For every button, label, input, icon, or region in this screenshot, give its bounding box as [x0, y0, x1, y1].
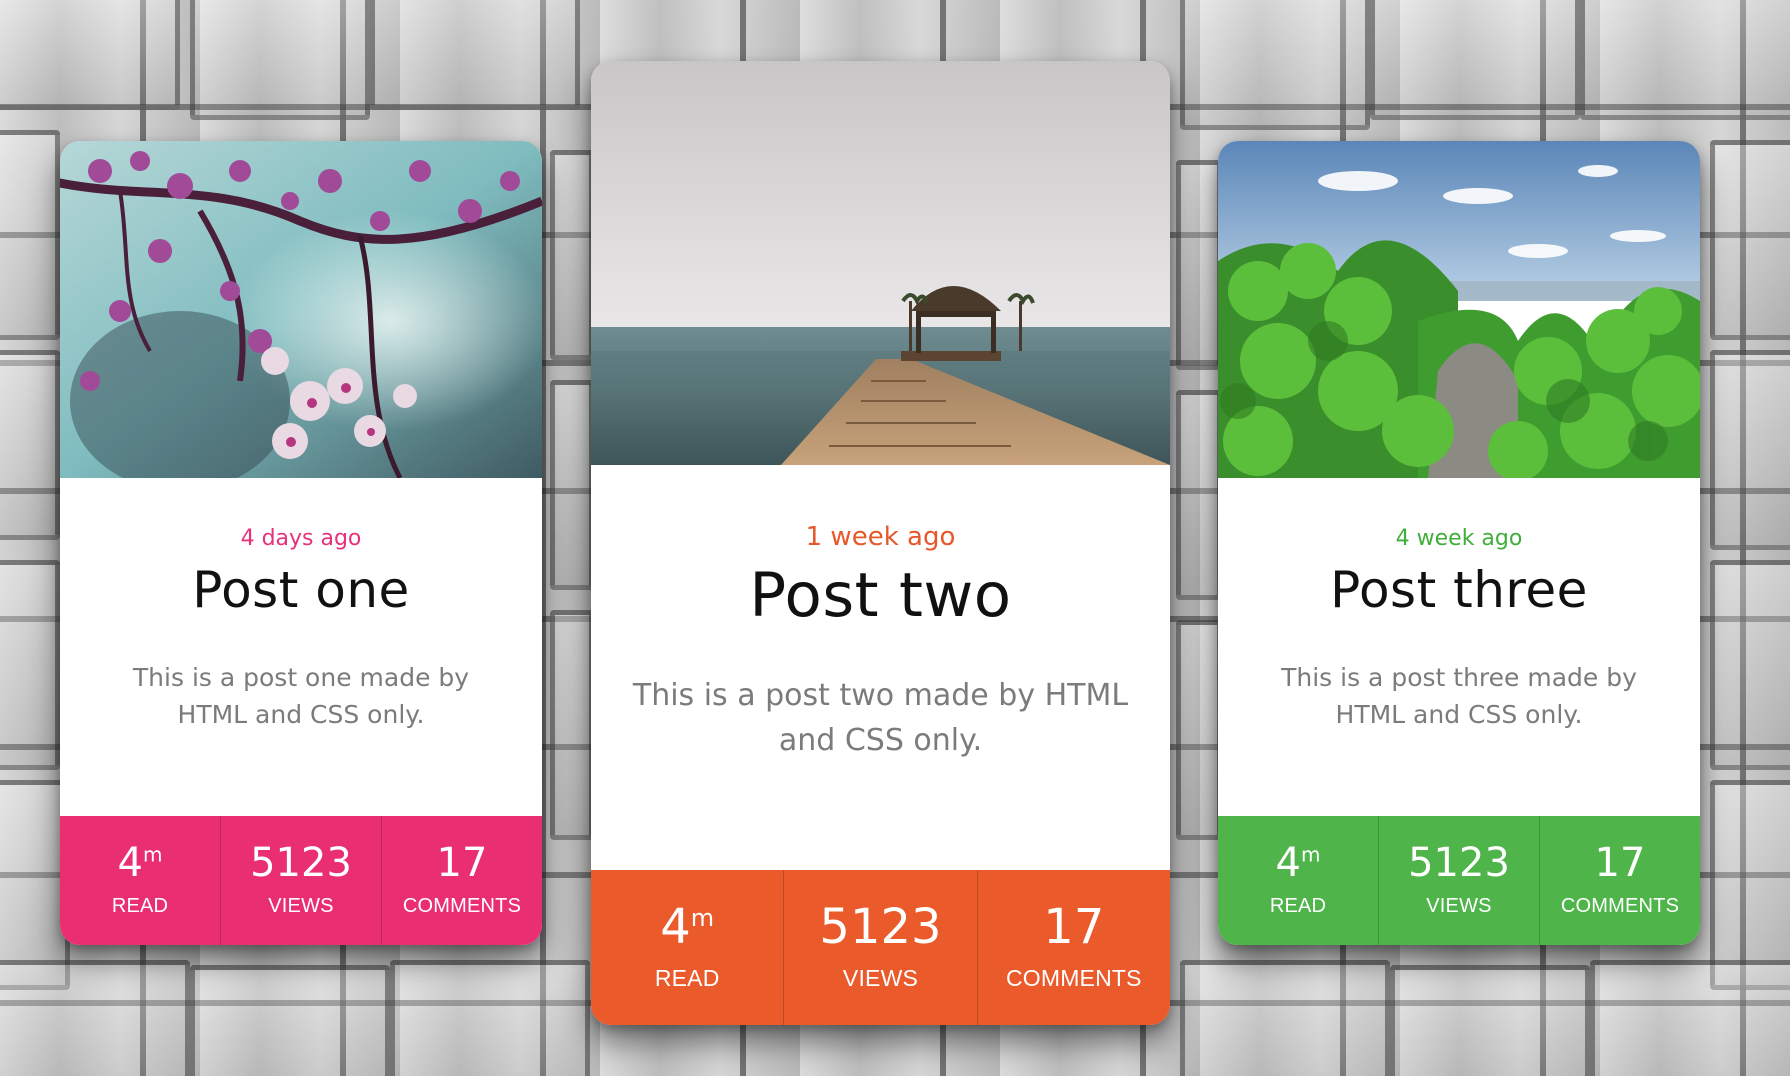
- stat-value: 17: [1594, 840, 1646, 886]
- stat-label: VIEWS: [1426, 895, 1492, 917]
- stat-label: READ: [654, 965, 720, 991]
- post-date: 1 week ago: [805, 522, 956, 552]
- stat-comments: 17 COMMENTS: [1540, 816, 1700, 945]
- stat-label: COMMENTS: [1005, 965, 1142, 991]
- post-card-one[interactable]: 4 days ago Post one This is a post one m…: [60, 141, 542, 945]
- stat-views: 5123 VIEWS: [221, 816, 382, 945]
- stat-read: 4m READ: [591, 870, 785, 1025]
- post-title[interactable]: Post three: [1218, 561, 1700, 619]
- post-stats: 4m READ 5123 VIEWS 17 COMMENTS: [591, 870, 1170, 1025]
- stat-label: READ: [1269, 895, 1327, 917]
- stat-label: COMMENTS: [402, 895, 522, 917]
- stat-value: 4m: [660, 899, 715, 955]
- stat-value: 5123: [1408, 840, 1510, 886]
- stat-comments: 17 COMMENTS: [382, 816, 542, 945]
- stat-value: 4m: [117, 840, 163, 886]
- stat-comments: 17 COMMENTS: [978, 870, 1170, 1025]
- post-title[interactable]: Post two: [591, 560, 1170, 631]
- stat-read: 4m READ: [1218, 816, 1379, 945]
- stat-label: COMMENTS: [1560, 895, 1680, 917]
- stat-read: 4m READ: [60, 816, 221, 945]
- stat-label: VIEWS: [268, 895, 334, 917]
- post-stats: 4m READ 5123 VIEWS 17 COMMENTS: [60, 816, 542, 945]
- post-description: This is a post one made by HTML and CSS …: [132, 663, 470, 729]
- stat-value: 5123: [250, 840, 352, 886]
- stat-label: VIEWS: [842, 965, 919, 991]
- post-card-two[interactable]: 1 week ago Post two This is a post two m…: [591, 61, 1170, 1025]
- stat-value: 4m: [1275, 840, 1321, 886]
- stat-label: READ: [111, 895, 169, 917]
- post-stats: 4m READ 5123 VIEWS 17 COMMENTS: [1218, 816, 1700, 945]
- post-description: This is a post three made by HTML and CS…: [1281, 663, 1637, 729]
- post-date: 4 week ago: [1395, 526, 1523, 551]
- post-date: 4 days ago: [240, 526, 362, 551]
- stat-views: 5123 VIEWS: [1379, 816, 1540, 945]
- post-card-three[interactable]: 4 week ago Post three This is a post thr…: [1218, 141, 1700, 945]
- stat-value: 17: [1043, 899, 1105, 955]
- stat-views: 5123 VIEWS: [784, 870, 978, 1025]
- post-description: This is a post two made by HTML and CSS …: [632, 678, 1129, 758]
- post-title[interactable]: Post one: [60, 561, 542, 619]
- stat-value: 17: [436, 840, 488, 886]
- stat-value: 5123: [819, 899, 942, 955]
